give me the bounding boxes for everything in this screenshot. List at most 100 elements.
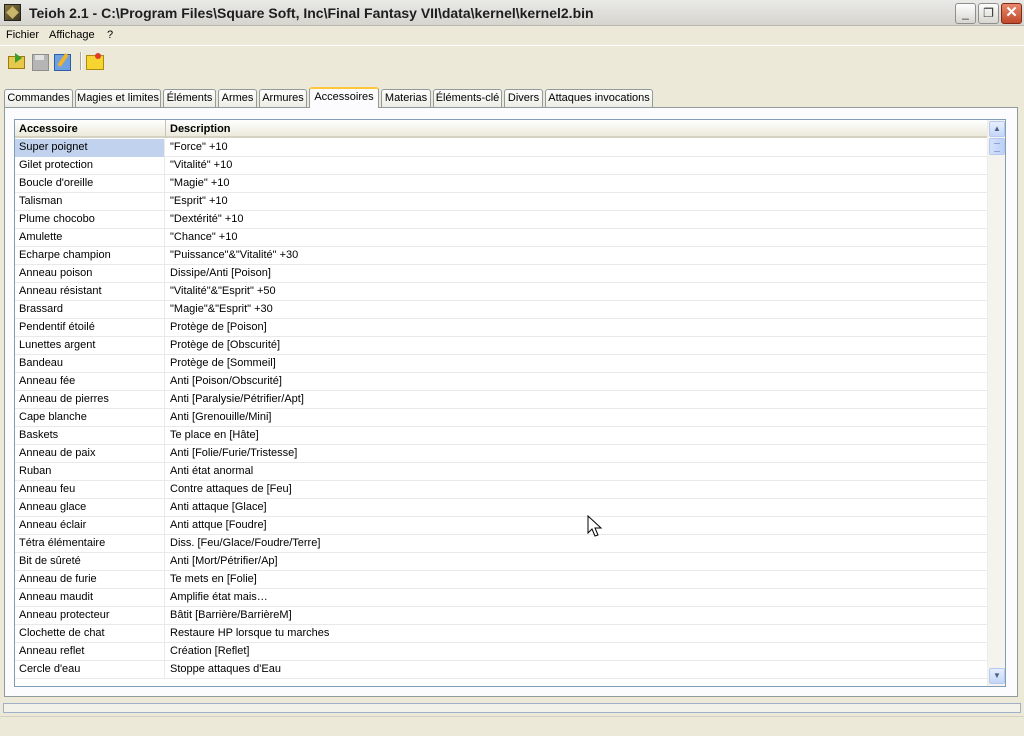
table-row[interactable]: Anneau fée Anti [Poison/Obscurité] xyxy=(15,373,987,391)
close-button[interactable]: ✕ xyxy=(1001,3,1022,24)
accessory-name: Talisman xyxy=(15,193,165,211)
accessory-name: Cape blanche xyxy=(15,409,165,427)
accessory-description: "Magie"&"Esprit" +30 xyxy=(170,303,273,315)
accessory-name: Anneau poison xyxy=(15,265,165,283)
restore-icon: ❐ xyxy=(983,6,994,20)
table-row[interactable]: Clochette de chat Restaure HP lorsque tu … xyxy=(15,625,987,643)
maximize-button[interactable]: ❐ xyxy=(978,3,999,24)
accessories-list[interactable]: Accessoire Description Super poignet "For… xyxy=(14,119,1006,687)
tab-armes[interactable]: Armes xyxy=(218,89,257,108)
tab-attaques-invocations[interactable]: Attaques invocations xyxy=(545,89,653,108)
table-row[interactable]: Plume chocobo "Dextérité" +10 xyxy=(15,211,987,229)
title-bar: Teioh 2.1 - C:\Program Files\Square Soft… xyxy=(0,0,1024,26)
accessory-description: Bâtit [Barrière/BarrièreM] xyxy=(170,609,292,621)
table-row[interactable]: Cercle d'eau Stoppe attaques d'Eau xyxy=(15,661,987,679)
table-row[interactable]: Anneau reflet Création [Reflet] xyxy=(15,643,987,661)
accessory-description: Anti [Grenouille/Mini] xyxy=(170,411,272,423)
menu-affichage[interactable]: Affichage xyxy=(49,29,95,41)
accessory-name: Anneau reflet xyxy=(15,643,165,661)
accessory-description: "Vitalité" +10 xyxy=(170,159,233,171)
table-row[interactable]: Anneau protecteur Bâtit [Barrière/Barrièr… xyxy=(15,607,987,625)
tab-commandes[interactable]: Commandes xyxy=(4,89,73,108)
table-row[interactable]: Cape blanche Anti [Grenouille/Mini] xyxy=(15,409,987,427)
table-row[interactable]: Tétra élémentaire Diss. [Feu/Glace/Foudre… xyxy=(15,535,987,553)
chevron-up-icon: ▲ xyxy=(993,124,1001,133)
scroll-thumb[interactable] xyxy=(989,138,1005,155)
table-row[interactable]: Amulette "Chance" +10 xyxy=(15,229,987,247)
tab-divers[interactable]: Divers xyxy=(504,89,543,108)
mouse-cursor-icon xyxy=(587,514,603,542)
table-row[interactable]: Anneau poison Dissipe/Anti [Poison] xyxy=(15,265,987,283)
tab-elements-cle[interactable]: Éléments-clé xyxy=(433,89,502,108)
save-icon[interactable] xyxy=(28,50,50,72)
table-row[interactable]: Anneau de pierres Anti [Paralysie/Pétrifi… xyxy=(15,391,987,409)
vertical-scrollbar[interactable]: ▲ ▼ xyxy=(987,120,1005,686)
list-rows: Super poignet "Force" +10 Gilet protection… xyxy=(15,139,987,686)
accessory-name: Anneau de pierres xyxy=(15,391,165,409)
accessory-name: Plume chocobo xyxy=(15,211,165,229)
window-title: Teioh 2.1 - C:\Program Files\Square Soft… xyxy=(29,5,594,21)
scroll-up-button[interactable]: ▲ xyxy=(989,121,1005,137)
table-row[interactable]: Bandeau Protège de [Sommeil] xyxy=(15,355,987,373)
minimize-button[interactable]: _ xyxy=(955,3,976,24)
table-row[interactable]: Boucle d'oreille "Magie" +10 xyxy=(15,175,987,193)
note-icon[interactable] xyxy=(83,50,105,72)
minimize-icon: _ xyxy=(962,6,969,20)
accessory-description: "Esprit" +10 xyxy=(170,195,228,207)
accessory-description: Protège de [Obscurité] xyxy=(170,339,281,351)
tab-armures[interactable]: Armures xyxy=(259,89,307,108)
table-row[interactable]: Talisman "Esprit" +10 xyxy=(15,193,987,211)
tab-elements[interactable]: Éléments xyxy=(163,89,216,108)
accessory-description: Stoppe attaques d'Eau xyxy=(170,663,281,675)
accessory-name: Anneau protecteur xyxy=(15,607,165,625)
table-row[interactable]: Anneau de paix Anti [Folie/Furie/Tristess… xyxy=(15,445,987,463)
table-row[interactable]: Baskets Te place en [Hâte] xyxy=(15,427,987,445)
app-icon[interactable] xyxy=(4,4,21,21)
toolbar xyxy=(0,45,1024,75)
accessory-name: Tétra élémentaire xyxy=(15,535,165,553)
accessory-name: Anneau maudit xyxy=(15,589,165,607)
table-row[interactable]: Anneau glace Anti attaque [Glace] xyxy=(15,499,987,517)
accessory-name: Pendentif étoilé xyxy=(15,319,165,337)
table-row[interactable]: Echarpe champion "Puissance"&"Vitalité" +… xyxy=(15,247,987,265)
accessory-name: Echarpe champion xyxy=(15,247,165,265)
table-row[interactable]: Anneau maudit Amplifie état mais… xyxy=(15,589,987,607)
accessory-description: Anti attaque [Glace] xyxy=(170,501,267,513)
accessory-name: Clochette de chat xyxy=(15,625,165,643)
accessory-description: "Vitalité"&"Esprit" +50 xyxy=(170,285,276,297)
accessory-description: "Dextérité" +10 xyxy=(170,213,244,225)
accessory-name: Bit de sûreté xyxy=(15,553,165,571)
table-row[interactable]: Super poignet "Force" +10 xyxy=(15,139,987,157)
accessory-name: Anneau glace xyxy=(15,499,165,517)
menu-help[interactable]: ? xyxy=(107,29,113,41)
accessory-description: Contre attaques de [Feu] xyxy=(170,483,292,495)
table-row[interactable]: Lunettes argent Protège de [Obscurité] xyxy=(15,337,987,355)
accessory-name: Anneau résistant xyxy=(15,283,165,301)
table-row[interactable]: Gilet protection "Vitalité" +10 xyxy=(15,157,987,175)
accessory-description: "Puissance"&"Vitalité" +30 xyxy=(170,249,299,261)
column-header-description[interactable]: Description xyxy=(166,120,987,138)
accessory-description: Anti [Poison/Obscurité] xyxy=(170,375,282,387)
scroll-down-button[interactable]: ▼ xyxy=(989,668,1005,684)
menu-bar: Fichier Affichage ? xyxy=(0,26,1024,45)
tab-accessoires[interactable]: Accessoires xyxy=(309,87,379,108)
table-row[interactable]: Ruban Anti état anormal xyxy=(15,463,987,481)
table-row[interactable]: Bit de sûreté Anti [Mort/Pétrifier/Ap] xyxy=(15,553,987,571)
accessory-name: Baskets xyxy=(15,427,165,445)
table-row[interactable]: Anneau résistant "Vitalité"&"Esprit" +50 xyxy=(15,283,987,301)
table-row[interactable]: Pendentif étoilé Protège de [Poison] xyxy=(15,319,987,337)
table-row[interactable]: Anneau de furie Te mets en [Folie] xyxy=(15,571,987,589)
menu-fichier[interactable]: Fichier xyxy=(6,29,39,41)
accessory-name: Lunettes argent xyxy=(15,337,165,355)
edit-icon[interactable] xyxy=(51,50,73,72)
table-row[interactable]: Anneau éclair Anti attque [Foudre] xyxy=(15,517,987,535)
accessory-description: Restaure HP lorsque tu marches xyxy=(170,627,330,639)
accessory-description: Dissipe/Anti [Poison] xyxy=(170,267,271,279)
column-header-accessoire[interactable]: Accessoire xyxy=(15,120,166,138)
open-icon[interactable] xyxy=(5,50,27,72)
table-row[interactable]: Brassard "Magie"&"Esprit" +30 xyxy=(15,301,987,319)
tab-magies-et-limites[interactable]: Magies et limites xyxy=(75,89,161,108)
tab-materias[interactable]: Materias xyxy=(381,89,431,108)
table-row[interactable]: Anneau feu Contre attaques de [Feu] xyxy=(15,481,987,499)
accessory-description: Amplifie état mais… xyxy=(170,591,268,603)
